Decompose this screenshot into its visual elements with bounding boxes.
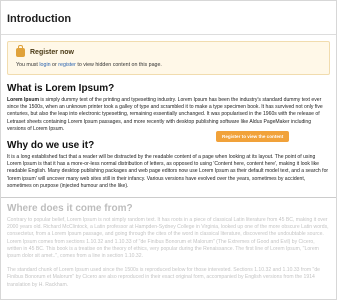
- lead-bold-text: Lorem Ipsum: [7, 97, 39, 103]
- notice-text-suffix: to view hidden content on this page.: [75, 62, 162, 68]
- section-why-use: Why do we use it? It is a long establish…: [7, 140, 330, 190]
- notice-message: You must login or register to view hidde…: [16, 62, 321, 68]
- login-link[interactable]: login: [39, 62, 50, 68]
- section-paragraph: The standard chunk of Lorem Ipsum used s…: [7, 267, 320, 288]
- section-paragraph: It is a long established fact that a rea…: [7, 154, 329, 189]
- register-notice: Register now You must login or register …: [7, 41, 330, 75]
- notice-title: Register now: [30, 49, 74, 56]
- section-what-is: What is Lorem Ipsum? Lorem Ipsum is simp…: [7, 83, 330, 142]
- section-heading: What is Lorem Ipsum?: [7, 83, 115, 94]
- page: Introduction Register now You must login…: [0, 0, 337, 300]
- page-title: Introduction: [7, 13, 72, 25]
- register-link[interactable]: register: [58, 62, 76, 68]
- hidden-content-divider: [1, 197, 336, 199]
- notice-text-prefix: You must: [16, 62, 40, 68]
- register-to-view-button[interactable]: Register to view the content: [216, 131, 290, 142]
- section-paragraph: Lorem Ipsum is simply dummy text of the …: [7, 97, 330, 133]
- paragraph-text: is simply dummy text of the printing and…: [7, 97, 323, 132]
- section-heading: Where does it come from?: [7, 203, 133, 215]
- lock-icon: [16, 45, 25, 57]
- notice-header: Register now: [16, 45, 321, 57]
- title-divider: [1, 34, 336, 35]
- section-where-from: Where does it come from? Contrary to pop…: [7, 203, 330, 289]
- section-paragraph: Contrary to popular belief, Lorem Ipsum …: [7, 217, 329, 260]
